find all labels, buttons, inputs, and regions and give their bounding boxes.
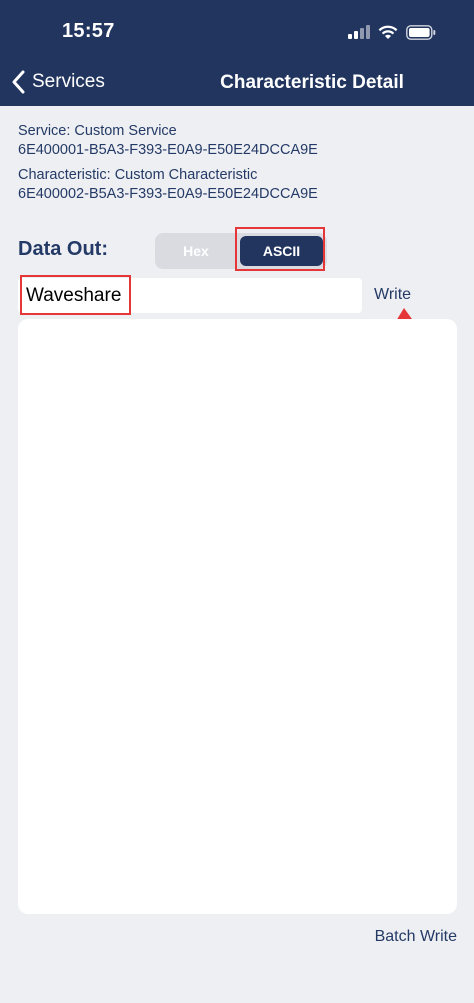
cellular-signal-icon bbox=[348, 25, 370, 39]
batch-write-button[interactable]: Batch Write bbox=[375, 928, 457, 946]
data-out-label: Data Out: bbox=[18, 238, 108, 260]
characteristic-name: Characteristic: Custom Characteristic bbox=[18, 167, 258, 183]
page-title-wrapper: Characteristic Detail bbox=[0, 72, 474, 94]
segment-hex[interactable]: Hex bbox=[155, 233, 237, 269]
wifi-icon bbox=[378, 25, 398, 39]
service-info: Service: Custom Service 6E400001-B5A3-F3… bbox=[18, 122, 318, 160]
page-title: Characteristic Detail bbox=[220, 72, 404, 93]
data-input-value: Waveshare bbox=[26, 285, 122, 306]
segment-ascii[interactable]: ASCII bbox=[240, 236, 323, 266]
navigation-bar: 15:57 Services Characteristic Detail bbox=[0, 0, 474, 106]
service-name: Service: Custom Service bbox=[18, 123, 177, 139]
output-text-area[interactable] bbox=[18, 319, 457, 914]
status-time: 15:57 bbox=[62, 20, 115, 42]
service-uuid: 6E400001-B5A3-F393-E0A9-E50E24DCCA9E bbox=[18, 142, 318, 158]
characteristic-info: Characteristic: Custom Characteristic 6E… bbox=[18, 166, 318, 204]
format-segmented-control: Hex ASCII bbox=[155, 233, 327, 269]
status-icons bbox=[348, 22, 436, 42]
characteristic-uuid: 6E400002-B5A3-F393-E0A9-E50E24DCCA9E bbox=[18, 186, 318, 202]
battery-icon bbox=[406, 24, 436, 40]
write-button[interactable]: Write bbox=[374, 286, 411, 304]
